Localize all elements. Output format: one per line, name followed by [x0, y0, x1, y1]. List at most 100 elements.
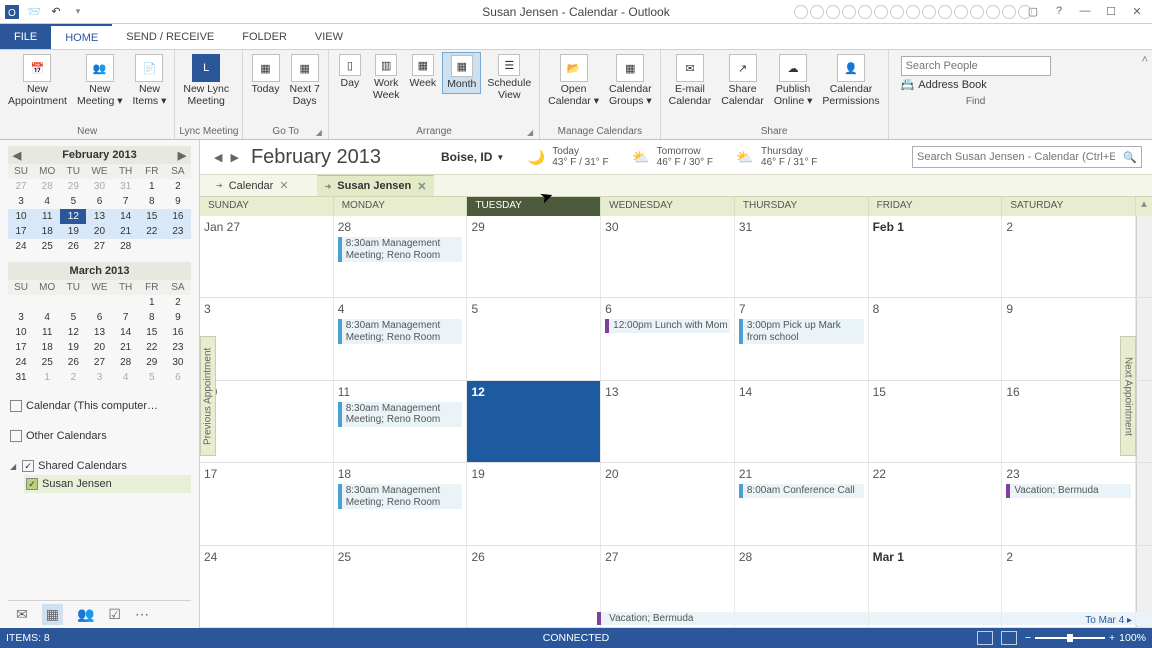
mini-cal-day[interactable]: 26 [60, 355, 86, 370]
month-button[interactable]: ▦Month [442, 52, 481, 94]
mini-cal-day[interactable]: 27 [86, 355, 112, 370]
appointment[interactable]: 8:30am Management Meeting; Reno Room [338, 237, 463, 262]
checkbox-icon[interactable] [10, 400, 22, 412]
mini-cal-day[interactable]: 12 [60, 325, 86, 340]
mini-cal-day[interactable]: 10 [8, 325, 34, 340]
tasks-icon[interactable]: ☑ [108, 606, 121, 623]
zoom-track[interactable] [1035, 637, 1105, 639]
mini-cal-grid[interactable]: SUMOTUWETHFRSA12345678910111213141516171… [8, 280, 191, 385]
mini-cal-day[interactable]: 1 [34, 370, 60, 385]
checkbox-icon[interactable] [10, 430, 22, 442]
day-cell[interactable]: 2 [1002, 216, 1136, 297]
scrollbar[interactable] [1136, 298, 1152, 379]
lync-meeting-button[interactable]: LNew Lync Meeting [179, 52, 233, 109]
mini-cal-day[interactable]: 4 [113, 370, 139, 385]
mini-cal-day[interactable] [34, 295, 60, 310]
tab-susan-overlay[interactable]: ➜Susan Jensen✕ [317, 175, 435, 196]
mail-icon[interactable]: ✉ [16, 606, 28, 623]
mini-cal-day[interactable]: 7 [113, 310, 139, 325]
shared-calendars-header[interactable]: ✓Shared Calendars [8, 457, 191, 475]
work-week-button[interactable]: ▥Work Week [369, 52, 404, 103]
dialog-launcher-icon[interactable]: ◢ [316, 128, 322, 137]
mini-cal-day[interactable]: 24 [8, 355, 34, 370]
next-appointment-button[interactable]: Next Appointment [1120, 336, 1136, 456]
day-cell[interactable]: Mar 1 [869, 546, 1003, 627]
day-cell[interactable]: 612:00pm Lunch with Mom [601, 298, 735, 379]
send-receive-icon[interactable]: 📨 [26, 4, 42, 20]
mini-cal-day[interactable]: 17 [8, 224, 34, 239]
mini-cal-day[interactable]: 30 [86, 179, 112, 194]
calendar-icon[interactable]: ▦ [42, 604, 63, 625]
more-icon[interactable]: ⋯ [135, 606, 149, 623]
next7days-button[interactable]: ▦Next 7 Days [286, 52, 324, 109]
mini-cal-day[interactable]: 22 [139, 224, 165, 239]
mini-cal-day[interactable]: 3 [86, 370, 112, 385]
calendar-susan-jensen[interactable]: ✓Susan Jensen [24, 475, 191, 493]
mini-cal-day[interactable] [113, 295, 139, 310]
mini-cal-day[interactable]: 31 [8, 370, 34, 385]
mini-cal-day[interactable]: 5 [60, 310, 86, 325]
prev-period-icon[interactable]: ◀ [210, 151, 226, 164]
mini-cal-day[interactable]: 17 [8, 340, 34, 355]
appointment[interactable]: Vacation; Bermuda [1006, 484, 1131, 498]
search-icon[interactable]: 🔍 [1119, 151, 1141, 164]
undo-icon[interactable]: ↶ [48, 4, 64, 20]
new-items-button[interactable]: 📄New Items ▾ [129, 52, 171, 109]
zoom-slider[interactable]: − + 100% [1025, 632, 1146, 644]
close-tab-icon[interactable]: ✕ [279, 179, 288, 192]
mini-cal-day[interactable]: 14 [113, 209, 139, 224]
other-calendars[interactable]: Other Calendars [8, 427, 191, 445]
mini-cal-day[interactable] [8, 295, 34, 310]
appointment[interactable]: 8:30am Management Meeting; Reno Room [338, 402, 463, 427]
tab-home[interactable]: HOME [51, 24, 112, 49]
zoom-out-icon[interactable]: − [1025, 632, 1031, 644]
mini-cal-day[interactable]: 4 [34, 194, 60, 209]
day-cell[interactable]: 30 [601, 216, 735, 297]
email-calendar-button[interactable]: ✉E-mail Calendar [665, 52, 716, 109]
mini-cal-day[interactable]: 11 [34, 325, 60, 340]
day-cell[interactable]: 27Vacation; Bermuda [601, 546, 735, 627]
day-cell[interactable]: 29 [467, 216, 601, 297]
scroll-up-icon[interactable]: ▴ [1136, 197, 1152, 216]
scrollbar[interactable] [1136, 463, 1152, 544]
mini-cal-day[interactable]: 15 [139, 209, 165, 224]
mini-cal-day[interactable]: 25 [34, 239, 60, 254]
mini-cal-day[interactable]: 22 [139, 340, 165, 355]
day-cell[interactable]: Jan 27 [200, 216, 334, 297]
day-cell[interactable]: 5 [467, 298, 601, 379]
day-cell[interactable]: 15 [869, 381, 1003, 462]
mini-cal-day[interactable]: 18 [34, 340, 60, 355]
mini-cal-day[interactable]: 11 [34, 209, 60, 224]
mini-cal-day[interactable]: 9 [165, 310, 191, 325]
mini-cal-day[interactable]: 15 [139, 325, 165, 340]
tab-file[interactable]: FILE [0, 24, 51, 49]
mini-cal-day[interactable]: 6 [86, 310, 112, 325]
day-cell[interactable]: 10 [200, 381, 334, 462]
mini-cal-day[interactable]: 28 [34, 179, 60, 194]
mini-cal-day[interactable]: 21 [113, 224, 139, 239]
day-cell[interactable]: 118:30am Management Meeting; Reno Room [334, 381, 468, 462]
mini-cal-day[interactable]: 2 [165, 295, 191, 310]
appointment[interactable]: 8:30am Management Meeting; Reno Room [338, 319, 463, 344]
calendar-permissions-button[interactable]: 👤Calendar Permissions [818, 52, 883, 109]
mini-cal-day[interactable]: 28 [113, 239, 139, 254]
mini-cal-day[interactable]: 18 [34, 224, 60, 239]
day-cell[interactable]: 288:30am Management Meeting; Reno Room [334, 216, 468, 297]
reading-view-icon[interactable] [1001, 631, 1017, 645]
search-calendar[interactable]: 🔍 [912, 146, 1142, 168]
mini-cal-day[interactable]: 16 [165, 209, 191, 224]
to-next-link[interactable]: To Mar 4 ▸ [1085, 615, 1132, 626]
mini-cal-day[interactable]: 26 [60, 239, 86, 254]
day-cell[interactable]: 26 [467, 546, 601, 627]
tab-calendar-overlay[interactable]: ➜Calendar✕ [208, 175, 297, 196]
mini-cal-day[interactable]: 23 [165, 224, 191, 239]
day-cell[interactable]: 28 [735, 546, 869, 627]
mini-cal-day[interactable]: 1 [139, 295, 165, 310]
dialog-launcher-icon[interactable]: ◢ [527, 128, 533, 137]
appointment[interactable]: 12:00pm Lunch with Mom [605, 319, 730, 333]
mini-cal-day[interactable]: 13 [86, 325, 112, 340]
mini-cal-day[interactable]: 14 [113, 325, 139, 340]
previous-appointment-button[interactable]: Previous Appointment [200, 336, 216, 456]
day-cell[interactable]: 20 [601, 463, 735, 544]
mini-cal-day[interactable] [139, 239, 165, 254]
